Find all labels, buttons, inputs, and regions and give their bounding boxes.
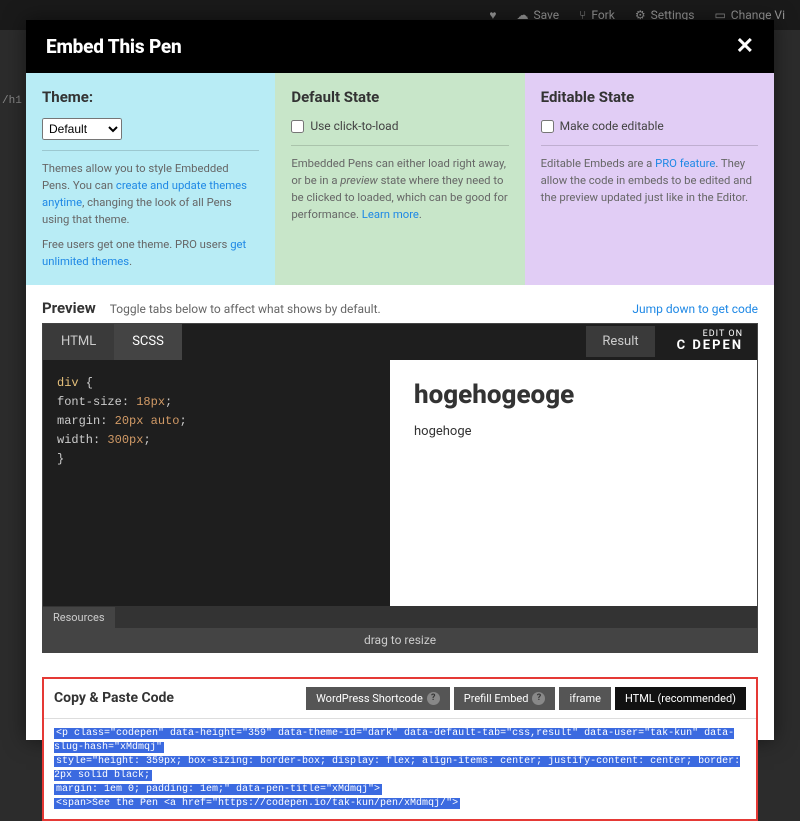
jump-down-link[interactable]: Jump down to get code xyxy=(632,302,758,316)
resources-button[interactable]: Resources xyxy=(43,607,115,628)
editable-state-panel: Editable State Make code editable Editab… xyxy=(525,73,774,285)
pro-feature-link[interactable]: PRO feature xyxy=(655,157,715,170)
embed-code-output[interactable]: <p class="codepen" data-height="359" dat… xyxy=(44,719,756,819)
code-pane: div { font-size: 18px; margin: 20px auto… xyxy=(43,360,390,606)
theme-panel: Theme: Default Themes allow you to style… xyxy=(26,73,275,285)
default-state-desc: Embedded Pens can either load right away… xyxy=(291,156,508,224)
theme-desc2: Free users get one theme. PRO users get … xyxy=(42,237,259,271)
embed-modal: Embed This Pen ✕ Theme: Default Themes a… xyxy=(26,20,774,740)
help-icon[interactable]: ? xyxy=(427,692,440,705)
tab-iframe[interactable]: iframe xyxy=(559,687,610,710)
click-to-load-checkbox[interactable] xyxy=(291,120,304,133)
edit-on-codepen-link[interactable]: EDIT ON C DEPEN xyxy=(663,326,757,358)
tab-html[interactable]: HTML xyxy=(43,324,114,360)
default-state-heading: Default State xyxy=(291,87,508,108)
tab-prefill[interactable]: Prefill Embed? xyxy=(454,687,556,710)
copy-paste-section: Copy & Paste Code WordPress Shortcode? P… xyxy=(42,677,758,821)
make-editable-label: Make code editable xyxy=(560,118,664,135)
help-icon[interactable]: ? xyxy=(532,692,545,705)
result-heading: hogehogeoge xyxy=(414,380,733,410)
theme-select[interactable]: Default xyxy=(42,118,122,140)
tab-wordpress[interactable]: WordPress Shortcode? xyxy=(306,687,450,710)
tab-result[interactable]: Result xyxy=(586,326,654,357)
result-text: hogehoge xyxy=(414,424,733,439)
click-to-load-label: Use click-to-load xyxy=(310,118,398,135)
editable-state-heading: Editable State xyxy=(541,87,758,108)
side-text: /h1 xyxy=(2,95,22,107)
default-state-panel: Default State Use click-to-load Embedded… xyxy=(275,73,524,285)
embed-preview-frame: HTML SCSS Result EDIT ON C DEPEN div { f… xyxy=(42,323,758,653)
drag-resize-handle[interactable]: drag to resize xyxy=(43,628,757,652)
result-pane: hogehogeoge hogehoge xyxy=(390,360,757,606)
modal-header: Embed This Pen ✕ xyxy=(26,20,774,73)
close-icon[interactable]: ✕ xyxy=(736,34,754,59)
copy-title: Copy & Paste Code xyxy=(54,690,174,706)
settings-panels: Theme: Default Themes allow you to style… xyxy=(26,73,774,285)
learn-more-link[interactable]: Learn more xyxy=(362,208,419,221)
tab-html-recommended[interactable]: HTML (recommended) xyxy=(615,687,746,710)
make-editable-checkbox[interactable] xyxy=(541,120,554,133)
tab-scss[interactable]: SCSS xyxy=(114,324,182,360)
editable-state-desc: Editable Embeds are a PRO feature. They … xyxy=(541,156,758,207)
preview-title: Preview xyxy=(42,299,96,317)
preview-hint: Toggle tabs below to affect what shows b… xyxy=(110,302,381,316)
theme-heading: Theme: xyxy=(42,87,259,108)
theme-desc1: Themes allow you to style Embedded Pens.… xyxy=(42,161,259,229)
modal-title: Embed This Pen xyxy=(46,35,182,58)
preview-section: Preview Toggle tabs below to affect what… xyxy=(26,285,774,663)
